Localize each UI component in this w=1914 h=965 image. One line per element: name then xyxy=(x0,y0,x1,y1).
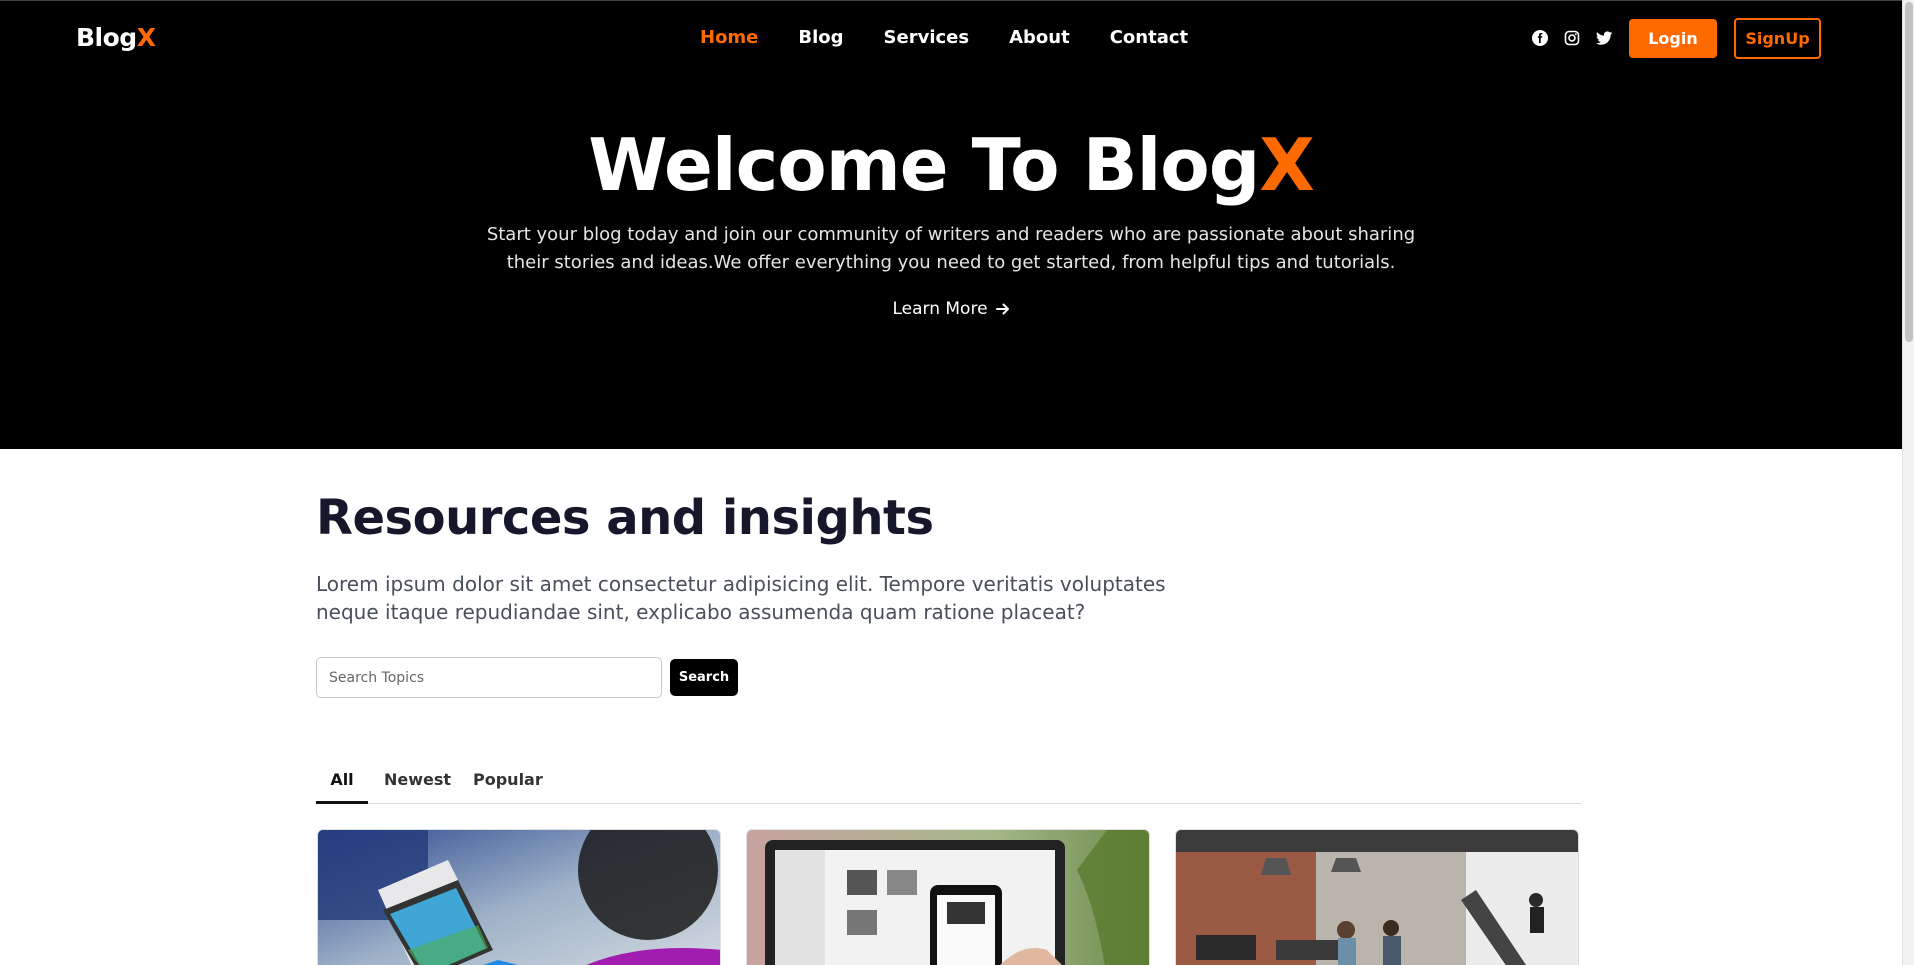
resources-title: Resources and insights xyxy=(316,490,934,546)
hero-title: Welcome To BlogX xyxy=(0,123,1902,207)
learn-more-link[interactable]: Learn More xyxy=(0,299,1902,319)
resources-description: Lorem ipsum dolor sit amet consectetur a… xyxy=(316,572,1166,624)
nav-about[interactable]: About xyxy=(1009,27,1070,48)
hero-title-accent: X xyxy=(1259,123,1315,207)
arrow-right-icon xyxy=(995,299,1010,319)
learn-more-label: Learn More xyxy=(892,299,988,319)
hero-section: BlogX Home Blog Services About Contact L… xyxy=(0,0,1902,449)
laptop-tablet-photo xyxy=(318,830,720,965)
tab-newest[interactable]: Newest xyxy=(384,770,451,804)
search-button[interactable]: Search xyxy=(670,659,738,696)
nav-home[interactable]: Home xyxy=(700,27,758,48)
hero-title-main: Welcome To Blog xyxy=(588,123,1260,207)
tab-popular[interactable]: Popular xyxy=(473,770,543,804)
nav-blog[interactable]: Blog xyxy=(798,27,843,48)
navbar: BlogX Home Blog Services About Contact L… xyxy=(0,1,1902,77)
nav-services[interactable]: Services xyxy=(884,27,970,48)
office-workspace-photo xyxy=(1176,830,1578,965)
topic-tabs: All Newest Popular xyxy=(316,770,1581,804)
signup-button[interactable]: SignUp xyxy=(1734,18,1821,59)
instagram-icon[interactable] xyxy=(1563,29,1581,47)
nav-contact[interactable]: Contact xyxy=(1110,27,1188,48)
nav-links: Home Blog Services About Contact xyxy=(700,27,1228,48)
twitter-icon[interactable] xyxy=(1595,29,1613,47)
tab-all[interactable]: All xyxy=(316,770,368,804)
blog-card-image[interactable] xyxy=(317,829,721,965)
facebook-icon[interactable] xyxy=(1531,29,1549,47)
brand-logo[interactable]: BlogX xyxy=(76,23,156,52)
page-scrollbar[interactable] xyxy=(1902,0,1914,965)
page: BlogX Home Blog Services About Contact L… xyxy=(0,0,1914,965)
brand-accent: X xyxy=(136,23,156,52)
scrollbar-thumb[interactable] xyxy=(1905,2,1913,342)
hero-description: Start your blog today and join our commu… xyxy=(486,224,1416,273)
social-links xyxy=(1531,29,1613,47)
blog-card-image[interactable] xyxy=(746,829,1150,965)
login-button[interactable]: Login xyxy=(1629,19,1717,58)
blog-card-image[interactable] xyxy=(1175,829,1579,965)
phone-camera-shopping-photo xyxy=(747,830,1149,965)
search-topics-input[interactable] xyxy=(316,657,662,698)
brand-name: Blog xyxy=(76,23,137,52)
